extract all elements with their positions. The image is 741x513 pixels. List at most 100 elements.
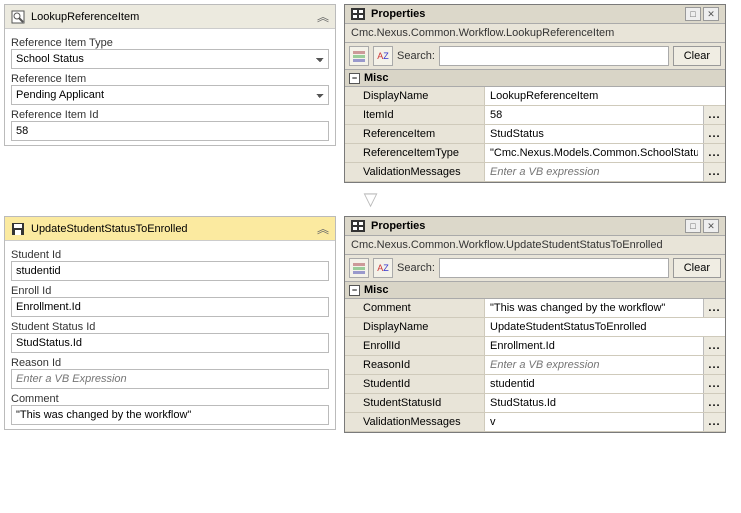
alphabetical-button[interactable]: AZ [373, 258, 393, 278]
property-name: ReasonId [345, 356, 485, 374]
property-name: ReferenceItem [345, 125, 485, 143]
categorized-button[interactable] [349, 258, 369, 278]
properties-panel-2: Properties □ ✕ Cmc.Nexus.Common.Workflow… [344, 216, 726, 433]
properties-subtitle: Cmc.Nexus.Common.Workflow.LookupReferenc… [345, 24, 725, 43]
property-value-input[interactable] [485, 318, 725, 336]
comment-input[interactable] [11, 405, 329, 425]
property-row: EnrollId... [345, 337, 725, 356]
property-value-input[interactable] [485, 125, 703, 143]
ellipsis-button[interactable]: ... [703, 106, 725, 124]
activity-header[interactable]: LookupReferenceItem ︽ [5, 5, 335, 29]
clear-button[interactable]: Clear [673, 258, 721, 278]
student-id-input[interactable] [11, 261, 329, 281]
property-grid: Comment...DisplayNameEnrollId...ReasonId… [345, 299, 725, 432]
properties-panel-1: Properties □ ✕ Cmc.Nexus.Common.Workflow… [344, 4, 726, 183]
field-label: Student Status Id [11, 321, 329, 333]
activity-update-student-status[interactable]: UpdateStudentStatusToEnrolled ︽ Student … [4, 216, 336, 430]
close-button[interactable]: ✕ [703, 7, 719, 21]
search-input[interactable] [439, 258, 669, 278]
property-row: ReferenceItem... [345, 125, 725, 144]
clear-button[interactable]: Clear [673, 46, 721, 66]
property-name: StudentStatusId [345, 394, 485, 412]
search-label: Search: [397, 50, 435, 62]
ellipsis-button[interactable]: ... [703, 356, 725, 374]
property-value-input[interactable] [485, 299, 703, 317]
property-name: ValidationMessages [345, 413, 485, 431]
activity-lookup-reference-item[interactable]: LookupReferenceItem ︽ Reference Item Typ… [4, 4, 336, 146]
property-name: DisplayName [345, 318, 485, 336]
property-value-input[interactable] [485, 356, 703, 374]
activity-title: LookupReferenceItem [31, 11, 311, 23]
property-name: ValidationMessages [345, 163, 485, 181]
property-name: ItemId [345, 106, 485, 124]
property-row: Comment... [345, 299, 725, 318]
property-row: ItemId... [345, 106, 725, 125]
field-label: Enroll Id [11, 285, 329, 297]
property-value-input[interactable] [485, 87, 725, 105]
field-label: Student Id [11, 249, 329, 261]
collapse-icon[interactable]: ︽ [317, 220, 329, 237]
ellipsis-button[interactable]: ... [703, 125, 725, 143]
properties-titlebar[interactable]: Properties □ ✕ [345, 5, 725, 24]
property-name: EnrollId [345, 337, 485, 355]
reason-id-input[interactable] [11, 369, 329, 389]
misc-label: Misc [364, 72, 388, 84]
property-value-input[interactable] [485, 144, 703, 162]
maximize-button[interactable]: □ [685, 7, 701, 21]
property-row: DisplayName [345, 87, 725, 106]
enroll-id-input[interactable] [11, 297, 329, 317]
search-input[interactable] [439, 46, 669, 66]
alphabetical-button[interactable]: AZ [373, 46, 393, 66]
field-label: Reference Item Type [11, 37, 329, 49]
activity-title: UpdateStudentStatusToEnrolled [31, 223, 311, 235]
property-grid: DisplayNameItemId...ReferenceItem...Refe… [345, 87, 725, 182]
ellipsis-button[interactable]: ... [703, 299, 725, 317]
activity-header[interactable]: UpdateStudentStatusToEnrolled ︽ [5, 217, 335, 241]
reference-item-id-input[interactable] [11, 121, 329, 141]
save-icon [11, 222, 25, 236]
ellipsis-button[interactable]: ... [703, 375, 725, 393]
categorized-button[interactable] [349, 46, 369, 66]
reference-item-select[interactable] [11, 85, 329, 105]
misc-label: Misc [364, 284, 388, 296]
property-row: ValidationMessages... [345, 163, 725, 182]
close-button[interactable]: ✕ [703, 219, 719, 233]
property-name: ReferenceItemType [345, 144, 485, 162]
property-value-input[interactable] [485, 163, 703, 181]
property-name: DisplayName [345, 87, 485, 105]
properties-icon [351, 220, 365, 232]
ellipsis-button[interactable]: ... [703, 144, 725, 162]
property-value-input[interactable] [485, 413, 703, 431]
collapse-toggle-icon[interactable]: − [349, 73, 360, 84]
property-row: ValidationMessages... [345, 413, 725, 432]
collapse-toggle-icon[interactable]: − [349, 285, 360, 296]
property-value-input[interactable] [485, 337, 703, 355]
property-value-input[interactable] [485, 106, 703, 124]
reference-item-type-select[interactable] [11, 49, 329, 69]
property-value-input[interactable] [485, 375, 703, 393]
property-name: Comment [345, 299, 485, 317]
collapse-icon[interactable]: ︽ [317, 8, 329, 25]
misc-category-header[interactable]: − Misc [345, 282, 725, 299]
property-row: StudentStatusId... [345, 394, 725, 413]
properties-subtitle: Cmc.Nexus.Common.Workflow.UpdateStudentS… [345, 236, 725, 255]
student-status-id-input[interactable] [11, 333, 329, 353]
search-label: Search: [397, 262, 435, 274]
property-row: ReferenceItemType... [345, 144, 725, 163]
flow-arrow-icon: ▽ [201, 187, 541, 212]
panel-title: Properties [371, 220, 679, 232]
property-value-input[interactable] [485, 394, 703, 412]
lookup-icon [11, 10, 25, 24]
ellipsis-button[interactable]: ... [703, 394, 725, 412]
ellipsis-button[interactable]: ... [703, 163, 725, 181]
maximize-button[interactable]: □ [685, 219, 701, 233]
property-row: ReasonId... [345, 356, 725, 375]
misc-category-header[interactable]: − Misc [345, 70, 725, 87]
ellipsis-button[interactable]: ... [703, 413, 725, 431]
property-name: StudentId [345, 375, 485, 393]
property-row: StudentId... [345, 375, 725, 394]
field-label: Reference Item Id [11, 109, 329, 121]
properties-titlebar[interactable]: Properties □ ✕ [345, 217, 725, 236]
ellipsis-button[interactable]: ... [703, 337, 725, 355]
panel-title: Properties [371, 8, 679, 20]
